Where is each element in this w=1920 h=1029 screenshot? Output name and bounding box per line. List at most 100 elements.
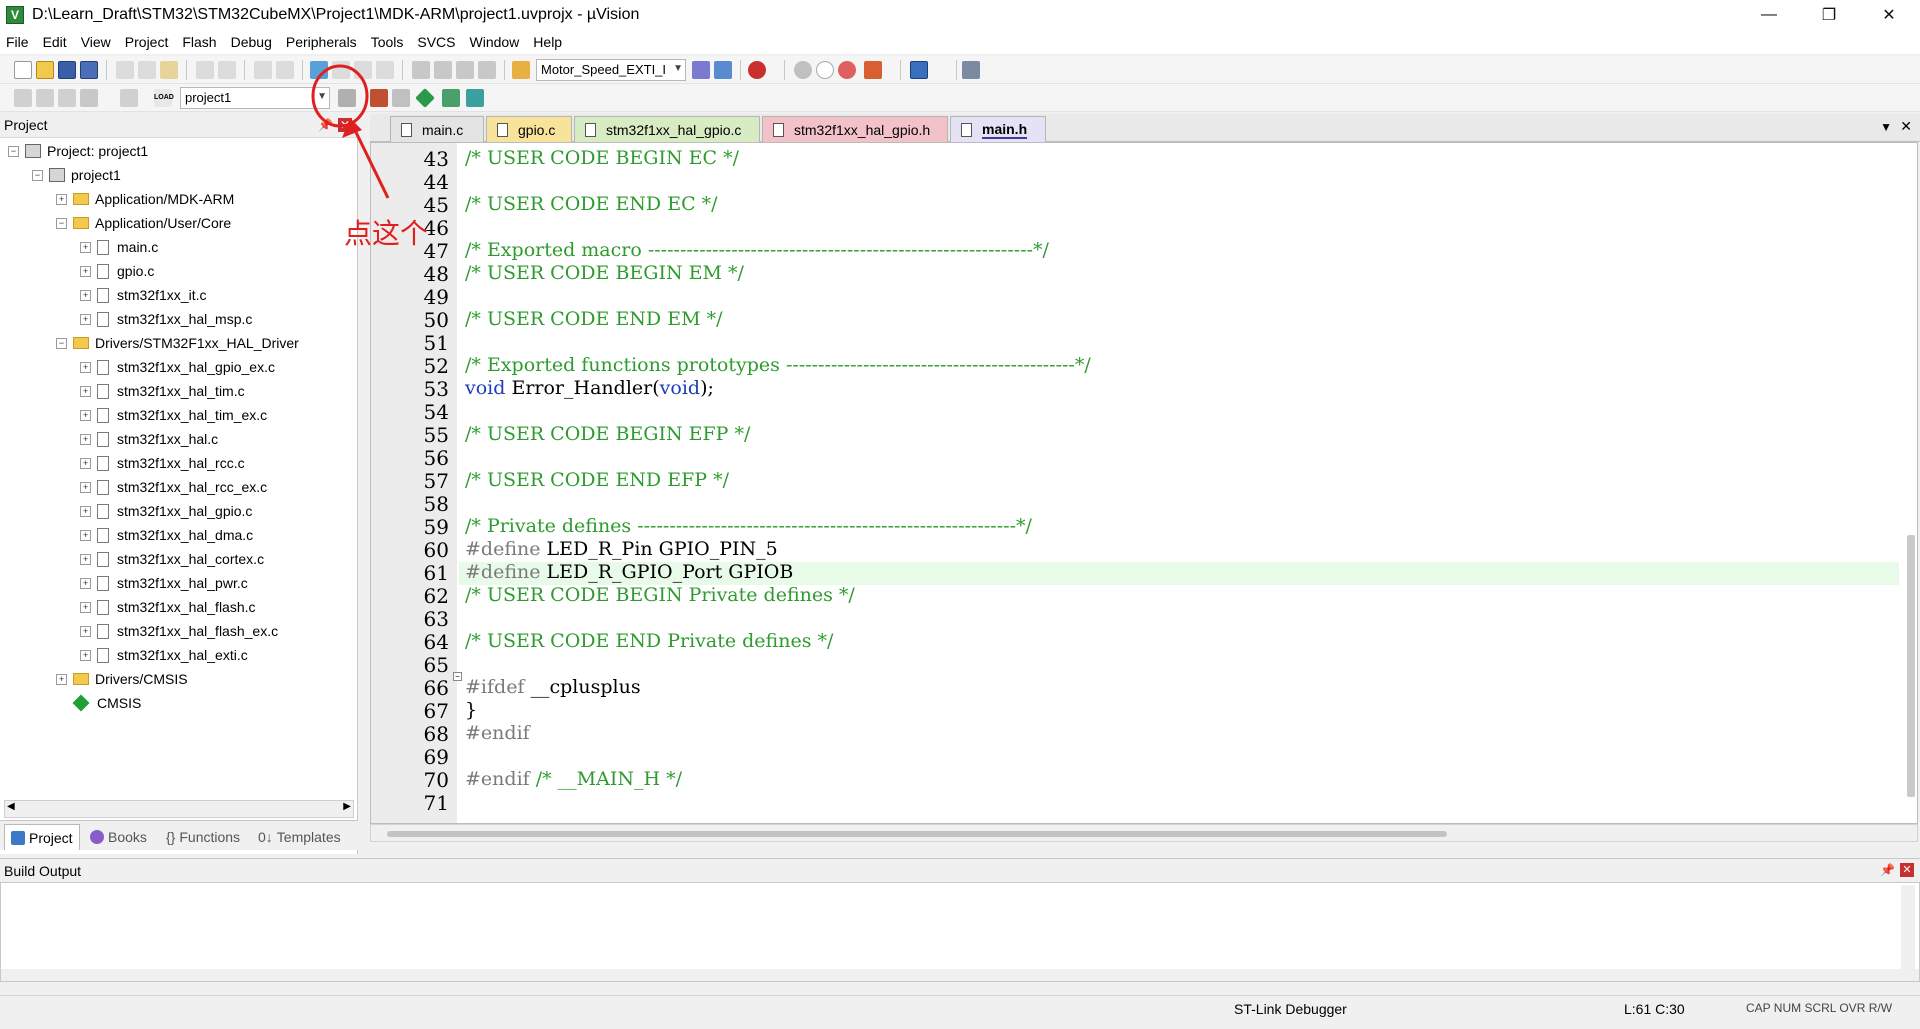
tree-item[interactable]: + stm32f1xx_hal_msp.c xyxy=(80,308,252,330)
open-file-icon[interactable] xyxy=(36,61,54,79)
build-icon[interactable] xyxy=(36,89,54,107)
tree-item[interactable]: + stm32f1xx_hal_tim_ex.c xyxy=(80,404,267,426)
incremental-find-icon[interactable] xyxy=(692,61,710,79)
build-output-vertical-scrollbar[interactable] xyxy=(1901,885,1915,969)
menu-tools[interactable]: Tools xyxy=(371,34,404,50)
expand-icon[interactable]: + xyxy=(80,601,91,613)
start-stop-debug-icon[interactable] xyxy=(748,61,766,79)
menu-view[interactable]: View xyxy=(81,34,111,50)
tab-stm32f1xx-hal-gpio-c[interactable]: stm32f1xx_hal_gpio.c xyxy=(574,116,760,142)
bookmark-next-icon[interactable] xyxy=(354,61,372,79)
tab-gpio-c[interactable]: gpio.c xyxy=(486,116,572,142)
window-layout-icon[interactable] xyxy=(910,61,928,79)
tree-item[interactable]: + main.c xyxy=(80,236,158,258)
save-icon[interactable] xyxy=(58,61,76,79)
undo-icon[interactable] xyxy=(196,61,214,79)
expand-icon[interactable]: + xyxy=(80,265,91,277)
close-document-icon[interactable]: ✕ xyxy=(1900,118,1912,135)
paste-icon[interactable] xyxy=(160,61,178,79)
menu-window[interactable]: Window xyxy=(470,34,520,50)
manage-components-icon[interactable] xyxy=(370,89,388,107)
tab-functions[interactable]: {} Functions xyxy=(160,824,246,850)
breakpoint-disable-icon[interactable] xyxy=(816,61,834,79)
expand-icon[interactable]: + xyxy=(80,433,91,445)
collapse-icon[interactable]: − xyxy=(56,337,67,349)
tree-item[interactable]: + stm32f1xx_hal.c xyxy=(80,428,218,450)
translate-icon[interactable] xyxy=(14,89,32,107)
rebuild-icon[interactable] xyxy=(58,89,76,107)
vertical-scroll-thumb[interactable] xyxy=(1907,535,1915,797)
expand-icon[interactable]: + xyxy=(80,505,91,517)
tree-item[interactable]: + stm32f1xx_hal_rcc.c xyxy=(80,452,245,474)
tab-stm32f1xx-hal-gpio-h[interactable]: stm32f1xx_hal_gpio.h xyxy=(762,116,948,142)
menu-debug[interactable]: Debug xyxy=(231,34,272,50)
expand-icon[interactable]: + xyxy=(80,385,91,397)
tab-project[interactable]: Project xyxy=(4,824,80,850)
menu-help[interactable]: Help xyxy=(533,34,562,50)
comment-icon[interactable] xyxy=(456,61,474,79)
expand-icon[interactable]: + xyxy=(80,649,91,661)
unindent-icon[interactable] xyxy=(434,61,452,79)
pack-installer-icon[interactable] xyxy=(442,89,460,107)
minimize-button[interactable]: — xyxy=(1746,0,1792,30)
expand-icon[interactable]: + xyxy=(80,361,91,373)
cut-icon[interactable] xyxy=(116,61,134,79)
debug-session-icon[interactable] xyxy=(714,61,732,79)
close-icon[interactable]: ✕ xyxy=(1900,863,1914,877)
tab-list-chevron-icon[interactable]: ▼ xyxy=(1880,120,1892,134)
tree-item[interactable]: + gpio.c xyxy=(80,260,154,282)
menu-project[interactable]: Project xyxy=(125,34,169,50)
expand-icon[interactable]: + xyxy=(80,241,91,253)
fold-toggle-icon[interactable]: − xyxy=(453,672,462,681)
expand-icon[interactable]: + xyxy=(56,673,67,685)
configure-icon[interactable] xyxy=(864,61,882,79)
expand-icon[interactable]: + xyxy=(80,577,91,589)
close-button[interactable]: ✕ xyxy=(1866,0,1912,30)
collapse-icon[interactable]: − xyxy=(32,169,43,181)
tree-item[interactable]: + stm32f1xx_hal_dma.c xyxy=(80,524,253,546)
expand-icon[interactable]: + xyxy=(80,481,91,493)
collapse-icon[interactable]: − xyxy=(8,145,19,157)
nav-back-icon[interactable] xyxy=(254,61,272,79)
pin-icon[interactable]: 📌 xyxy=(318,118,333,132)
tree-item[interactable]: + stm32f1xx_it.c xyxy=(80,284,206,306)
scroll-left-icon[interactable]: ◀ xyxy=(7,801,15,812)
tree-item[interactable]: + stm32f1xx_hal_tim.c xyxy=(80,380,245,402)
pin-icon[interactable]: 📌 xyxy=(1880,863,1895,877)
tree-item[interactable]: + stm32f1xx_hal_exti.c xyxy=(80,644,248,666)
tab-books[interactable]: Books xyxy=(84,824,153,850)
expand-icon[interactable]: + xyxy=(80,289,91,301)
tree-item[interactable]: + Drivers/CMSIS xyxy=(56,668,188,690)
tree-item[interactable]: + stm32f1xx_hal_gpio.c xyxy=(80,500,252,522)
expand-icon[interactable]: + xyxy=(80,457,91,469)
nav-forward-icon[interactable] xyxy=(276,61,294,79)
tree-item[interactable]: + stm32f1xx_hal_cortex.c xyxy=(80,548,264,570)
find-in-files-icon[interactable] xyxy=(512,61,530,79)
kill-breakpoints-icon[interactable] xyxy=(838,61,856,79)
tree-item[interactable]: − Application/User/Core xyxy=(56,212,231,234)
tree-item[interactable]: − Project: project1 xyxy=(8,140,148,162)
build-output-pane[interactable] xyxy=(0,882,1920,982)
target-select-dropdown[interactable]: project1 ▼ xyxy=(180,87,330,109)
collapse-icon[interactable]: − xyxy=(56,217,67,229)
tab-templates[interactable]: 0↓ Templates xyxy=(252,824,347,850)
indent-icon[interactable] xyxy=(412,61,430,79)
tree-item[interactable]: + stm32f1xx_hal_flash.c xyxy=(80,596,256,618)
tree-horizontal-scrollbar[interactable]: ◀ ▶ xyxy=(4,800,354,818)
expand-icon[interactable]: + xyxy=(80,553,91,565)
scroll-right-icon[interactable]: ▶ xyxy=(343,801,351,812)
code-editor[interactable]: 43 44 45 46 47 48 49 50 51 52 53 54 55 56 57 58 59 60 61 62… xyxy=(370,142,1918,824)
batch-build-icon[interactable] xyxy=(80,89,98,107)
new-file-icon[interactable] xyxy=(14,61,32,79)
find-target-dropdown[interactable]: Motor_Speed_EXTI_I ▼ xyxy=(536,59,686,81)
tree-item[interactable]: CMSIS xyxy=(56,692,141,714)
tree-item[interactable]: + stm32f1xx_hal_pwr.c xyxy=(80,572,248,594)
expand-icon[interactable]: + xyxy=(56,193,67,205)
editor-horizontal-scrollbar[interactable] xyxy=(370,824,1918,842)
menu-edit[interactable]: Edit xyxy=(43,34,67,50)
build-output-horizontal-scrollbar[interactable] xyxy=(1,969,1919,981)
tab-main-c[interactable]: main.c xyxy=(390,116,484,142)
menu-file[interactable]: File xyxy=(6,34,29,50)
bookmark-icon[interactable] xyxy=(310,61,328,79)
tab-main-h[interactable]: main.h xyxy=(950,116,1046,142)
